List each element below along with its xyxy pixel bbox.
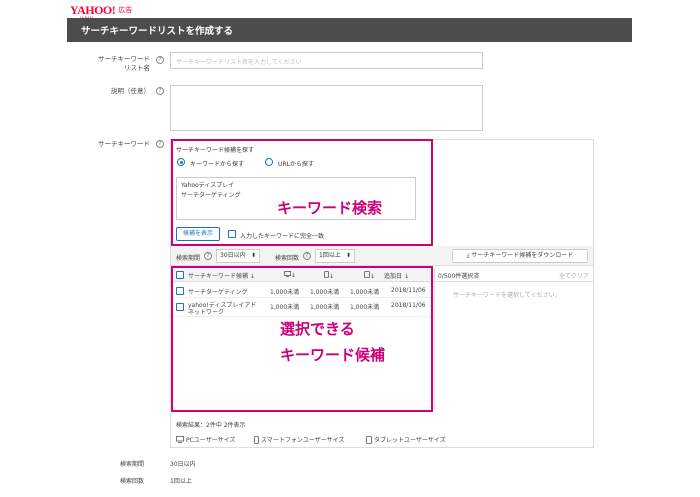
logo-ads-text: 広告 — [118, 6, 133, 14]
download-candidates-button[interactable]: ⤓ サーチキーワード候補をダウンロード — [452, 249, 588, 263]
legend-pc-label: PCユーザーサイズ — [186, 437, 236, 444]
clear-all-link[interactable]: 全てクリア — [559, 271, 589, 280]
selected-header: 0/500件選択済 全てクリア — [434, 268, 593, 282]
count-select-value: 1回以上 — [319, 252, 341, 259]
selected-list: サーチキーワードを選択してください。 — [434, 282, 593, 410]
search-keyword-label: サーチキーワード — [98, 140, 150, 148]
period-label: 検索期間 — [176, 255, 201, 262]
help-icon[interactable]: ? — [204, 252, 212, 260]
filter-toolbar: 検索期間 ? 30日以内 ⬍ 検索回数 ? 1回以上 ⬍ ⤓ サーチキーワード候… — [171, 246, 593, 266]
summary-period-value: 30日以内 — [170, 461, 196, 468]
help-icon[interactable]: ? — [303, 252, 311, 260]
annotation-box-search — [171, 139, 433, 246]
description-label: 説明（任意） — [111, 87, 150, 95]
page-title: サーチキーワードリストを作成する — [81, 26, 234, 37]
annotation-keyword-search: キーワード検索 — [277, 199, 383, 217]
annotation-selectable-2: キーワード候補 — [280, 346, 386, 364]
updown-icon: ⬍ — [345, 252, 351, 259]
tablet-icon — [366, 435, 372, 444]
list-name-label: サーチキーワード リスト名 — [80, 55, 150, 73]
period-select[interactable]: 30日以内 ⬍ — [216, 249, 260, 263]
selected-empty-message: サーチキーワードを選択してください。 — [453, 292, 561, 299]
summary-count-label: 検索回数 — [120, 478, 145, 485]
summary-period-label: 検索期間 — [120, 461, 145, 468]
description-textarea[interactable] — [170, 85, 483, 131]
list-name-input[interactable]: サーチキーワードリスト名を入力してください — [170, 52, 483, 69]
list-name-label-line2: リスト名 — [124, 64, 150, 72]
selected-count: 0/500件選択済 — [438, 273, 480, 280]
count-select[interactable]: 1回以上 ⬍ — [315, 249, 355, 263]
count-label: 検索回数 — [275, 255, 300, 262]
legend-sp: スマートフォンユーザーサイズ — [254, 435, 344, 444]
pc-icon — [176, 436, 184, 443]
yahoo-logo: YAHOO! JAPAN 広告 — [70, 3, 133, 21]
download-button-label: サーチキーワード候補をダウンロード — [471, 252, 574, 259]
period-select-value: 30日以内 — [220, 252, 246, 259]
summary-count-value: 1回以上 — [170, 478, 192, 485]
help-icon[interactable]: ? — [156, 87, 164, 95]
help-icon[interactable]: ? — [156, 56, 164, 64]
legend-sp-label: スマートフォンユーザーサイズ — [261, 437, 345, 444]
annotation-selectable-1: 選択できる — [280, 320, 355, 338]
smartphone-icon — [254, 435, 259, 444]
list-name-label-line1: サーチキーワード — [98, 55, 150, 63]
updown-icon: ⬍ — [250, 252, 256, 259]
legend-tab: タブレットユーザーサイズ — [366, 435, 446, 444]
page-title-bar: サーチキーワードリストを作成する — [67, 18, 632, 42]
logo-text: YAHOO! — [70, 3, 116, 17]
help-icon[interactable]: ? — [156, 140, 164, 148]
result-count: 検索結果：2件中 2件表示 — [176, 422, 246, 429]
legend-pc: PCユーザーサイズ — [176, 435, 235, 444]
legend-tab-label: タブレットユーザーサイズ — [374, 437, 446, 444]
